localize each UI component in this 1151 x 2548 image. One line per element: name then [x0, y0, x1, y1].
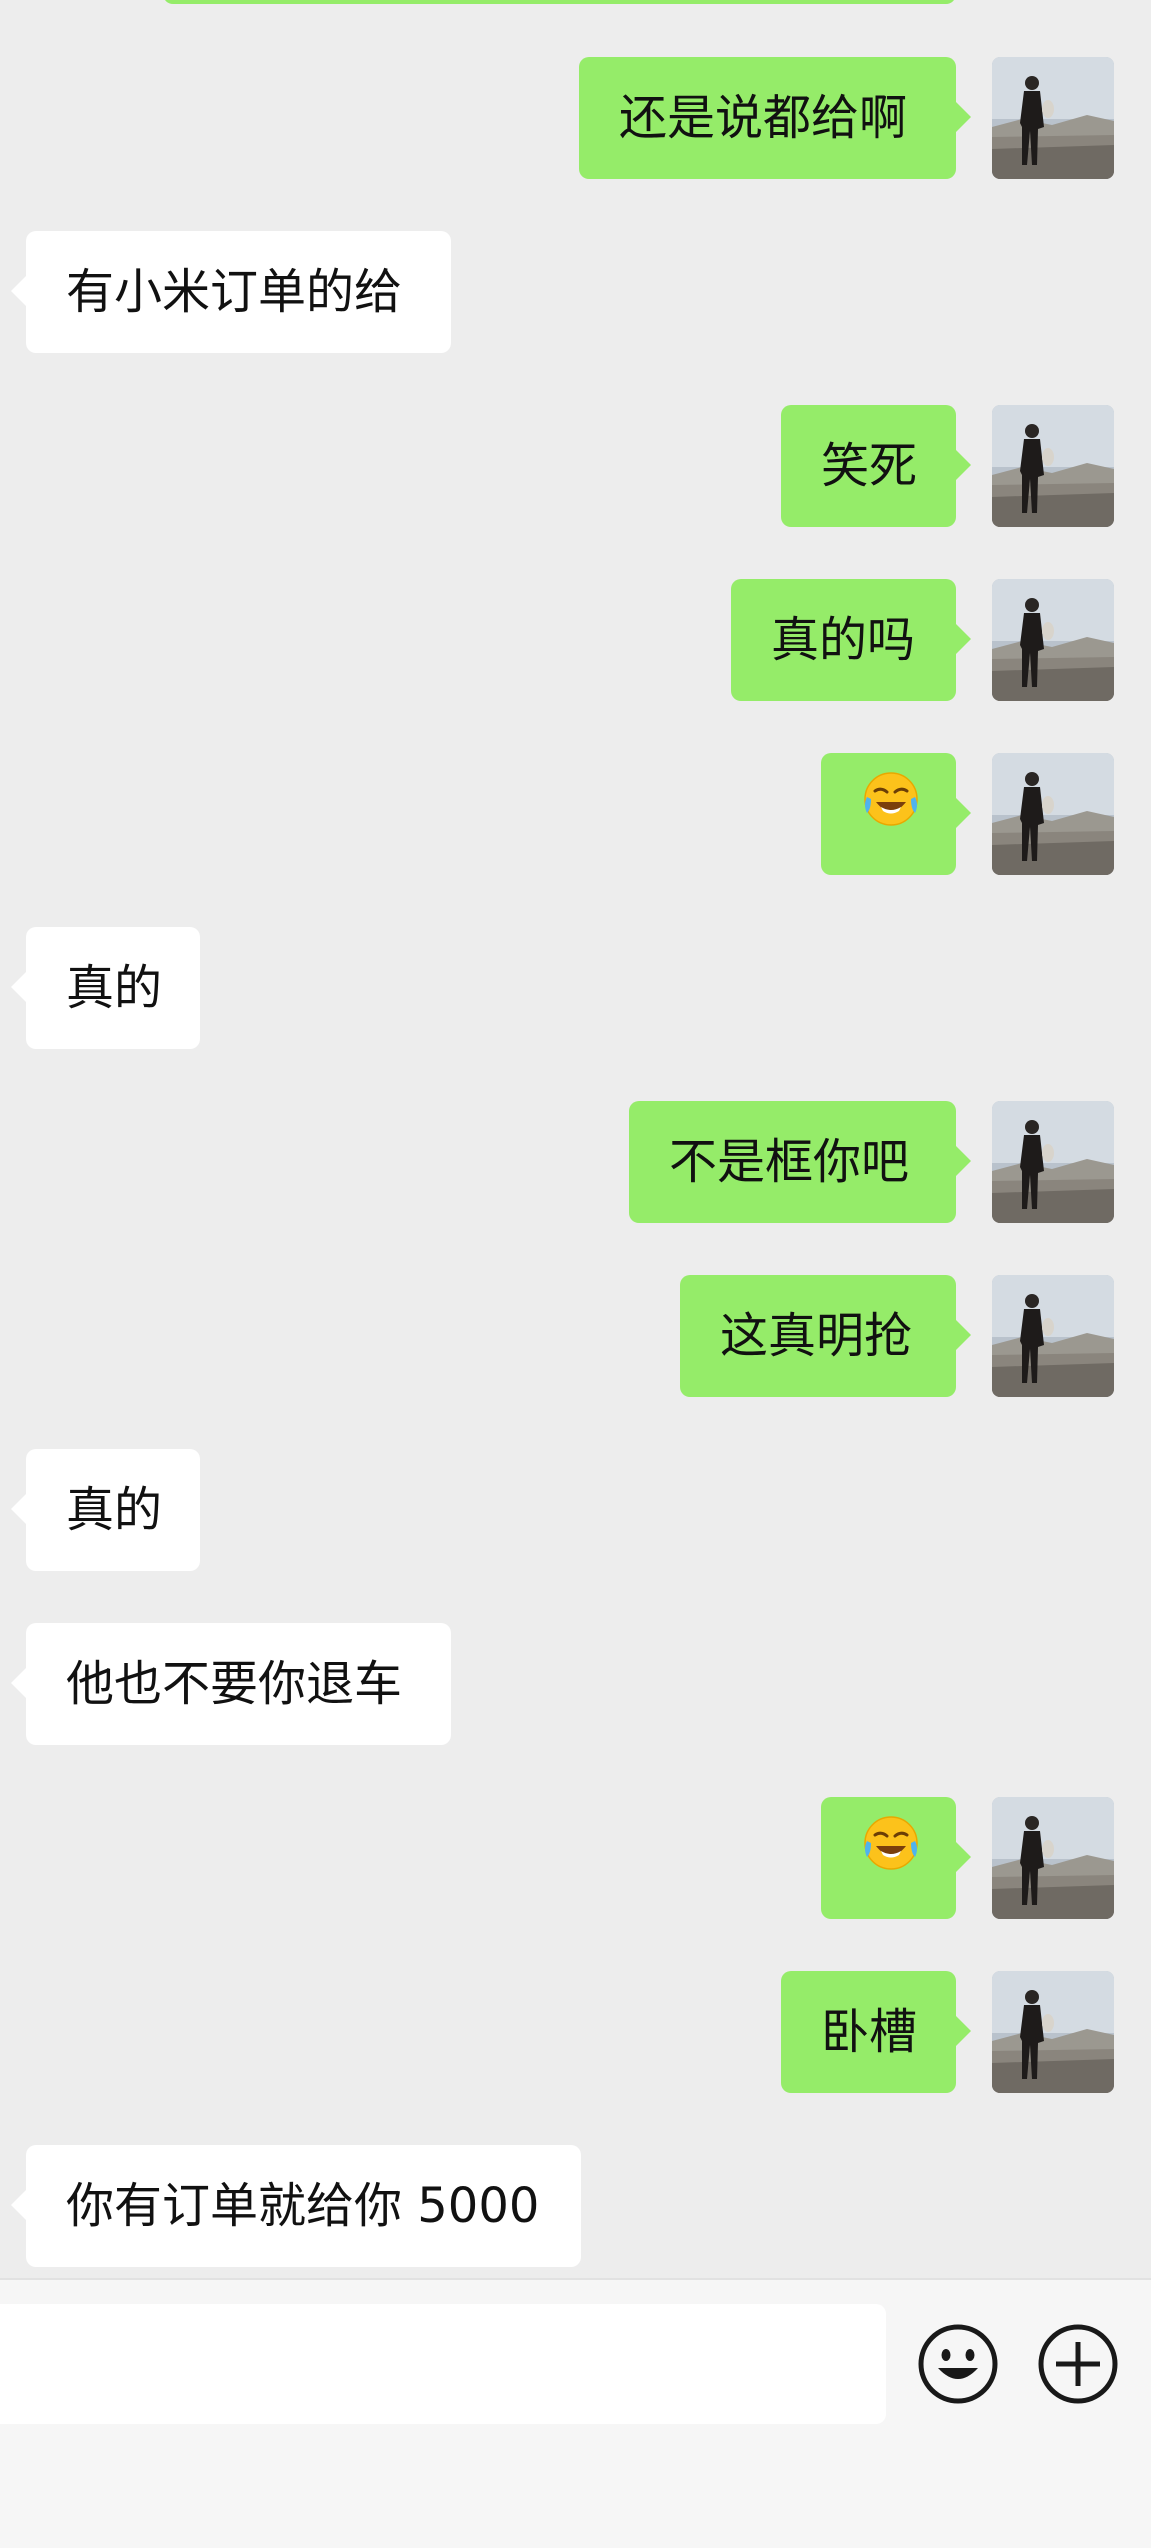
message-text: 他也不要你退车	[66, 1656, 403, 1712]
face-with-tears-of-joy-icon	[861, 752, 921, 874]
message-text: 不是框你吧	[669, 1134, 910, 1190]
input-bar	[0, 2278, 1151, 2548]
avatar[interactable]	[992, 1971, 1114, 2093]
message-text: 笑死	[821, 438, 918, 494]
message-bubble-received[interactable]: 真的	[11, 927, 200, 1049]
avatar-image	[992, 1797, 1114, 1919]
message-bubble-received[interactable]: 有小米订单的给	[11, 231, 451, 353]
message-text: 你有订单就给你 5000	[66, 2178, 540, 2234]
message-text: 真的吗	[771, 612, 916, 668]
smiley-face-icon[interactable]	[916, 2322, 1000, 2406]
avatar[interactable]	[992, 1101, 1114, 1223]
message-input[interactable]	[0, 2304, 886, 2424]
plus-circle-icon[interactable]	[1036, 2322, 1120, 2406]
message-bubble-partial	[163, 0, 956, 4]
message-text: 这真明抢	[720, 1308, 913, 1364]
message-bubble-received[interactable]: 你有订单就给你 5000	[11, 2145, 581, 2267]
avatar-image	[992, 753, 1114, 875]
message-bubble-sent[interactable]: 还是说都给啊	[579, 57, 971, 179]
message-bubble-received[interactable]: 真的	[11, 1449, 200, 1571]
chat-area[interactable]: 还是说都给啊 有小米订单的给 笑死 真的吗 真的 不是框你吧 这真明抢 真的 他…	[0, 0, 1151, 2278]
avatar[interactable]	[992, 1797, 1114, 1919]
message-bubble-sent[interactable]: 不是框你吧	[629, 1101, 971, 1223]
message-text: 真的	[66, 1482, 163, 1538]
message-text: 卧槽	[821, 2004, 918, 2060]
avatar[interactable]	[992, 0, 1114, 4]
avatar[interactable]	[992, 579, 1114, 701]
avatar[interactable]	[992, 405, 1114, 527]
message-bubble-received[interactable]: 他也不要你退车	[11, 1623, 451, 1745]
avatar-image	[992, 579, 1114, 701]
message-bubble-sent[interactable]: 这真明抢	[680, 1275, 971, 1397]
avatar-image	[992, 1101, 1114, 1223]
avatar-image	[992, 405, 1114, 527]
message-bubble-sent[interactable]	[821, 1796, 971, 1919]
avatar-image	[992, 57, 1114, 179]
avatar[interactable]	[992, 57, 1114, 179]
avatar[interactable]	[992, 1275, 1114, 1397]
message-bubble-sent[interactable]: 真的吗	[731, 579, 971, 701]
face-with-tears-of-joy-icon	[861, 1796, 921, 1918]
message-text: 有小米订单的给	[66, 264, 403, 320]
avatar-image	[992, 1971, 1114, 2093]
avatar[interactable]	[992, 753, 1114, 875]
message-bubble-sent[interactable]: 卧槽	[781, 1971, 971, 2093]
message-text: 真的	[66, 960, 163, 1016]
avatar-image	[992, 1275, 1114, 1397]
message-bubble-sent[interactable]: 笑死	[781, 405, 971, 527]
message-bubble-sent[interactable]	[821, 752, 971, 875]
message-text: 还是说都给啊	[619, 90, 908, 146]
